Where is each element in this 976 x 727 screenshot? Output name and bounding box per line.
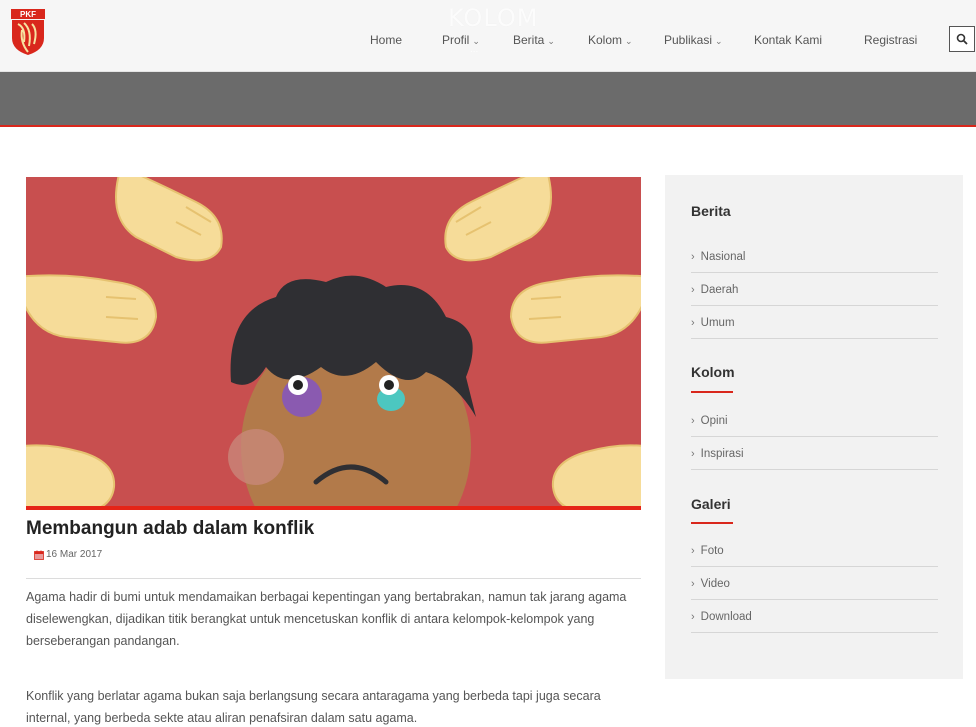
nav-profil-label: Profil (442, 33, 470, 47)
article-paragraph: Konflik yang berlatar agama bukan saja b… (26, 689, 601, 725)
chevron-right-icon: › (691, 447, 695, 460)
chevron-down-icon: ⌄ (625, 36, 633, 46)
nav-berita[interactable]: Berita ⌄ (513, 33, 555, 47)
sidebar-item-label: Umum (700, 316, 735, 329)
sidebar-item-label: Video (700, 577, 730, 590)
article-paragraph: Agama hadir di bumi untuk mendamaikan be… (26, 590, 627, 648)
nav-home[interactable]: Home (370, 33, 402, 47)
sidebar-item-label: Opini (700, 414, 728, 427)
banner-accent-line (0, 125, 976, 127)
article-title[interactable]: Membangun adab dalam konflik (26, 518, 314, 540)
sidebar-heading-accent (691, 522, 733, 524)
chevron-right-icon: › (691, 544, 695, 557)
page-header-banner (0, 72, 976, 126)
conflict-illustration (26, 177, 641, 507)
nav-kolom-label: Kolom (588, 33, 623, 47)
chevron-right-icon: › (691, 414, 695, 427)
sidebar-item-opini[interactable]: › Opini (691, 405, 938, 437)
nav-publikasi-label: Publikasi (664, 33, 713, 47)
sidebar: Berita › Nasional › Daerah › Umum Kolom › Op… (665, 175, 963, 679)
top-navigation-bar: PKF KOLOM ... Home Profil ⌄ Berita ⌄ Kolom… (0, 0, 976, 72)
sidebar-item-label: Download (700, 610, 752, 623)
sidebar-heading-berita: Berita (691, 203, 731, 219)
sidebar-item-label: Nasional (700, 250, 746, 263)
sidebar-item-umum[interactable]: › Umum (691, 307, 938, 339)
chevron-right-icon: › (691, 250, 695, 263)
nav-profil[interactable]: Profil ⌄ (442, 33, 480, 47)
nav-publikasi[interactable]: Publikasi ⌄ (664, 33, 723, 47)
article-divider (26, 578, 641, 579)
sidebar-item-inspirasi[interactable]: › Inspirasi (691, 438, 938, 470)
chevron-right-icon: › (691, 316, 695, 329)
nav-kontak-label: Kontak Kami (754, 33, 823, 47)
sidebar-heading-accent (691, 391, 733, 393)
sidebar-item-download[interactable]: › Download (691, 601, 938, 633)
nav-berita-label: Berita (513, 33, 545, 47)
search-icon (956, 33, 968, 45)
nav-home-label: Home (370, 33, 403, 47)
sidebar-item-label: Daerah (700, 283, 739, 296)
chevron-right-icon: › (691, 610, 695, 623)
search-button[interactable] (949, 26, 975, 52)
nav-registrasi-label: Registrasi (864, 33, 918, 47)
nav-registrasi[interactable]: Registrasi (864, 33, 917, 47)
sidebar-item-daerah[interactable]: › Daerah (691, 274, 938, 306)
chevron-right-icon: › (691, 577, 695, 590)
sidebar-heading-kolom: Kolom (691, 364, 735, 380)
sidebar-item-video[interactable]: › Video (691, 568, 938, 600)
chevron-right-icon: › (691, 283, 695, 296)
sidebar-item-label: Foto (700, 544, 724, 557)
nav-kolom[interactable]: Kolom ⌄ (588, 33, 633, 47)
sidebar-item-label: Inspirasi (700, 447, 744, 460)
sidebar-item-foto[interactable]: › Foto (691, 535, 938, 567)
site-logo[interactable]: PKF (10, 8, 46, 56)
chevron-down-icon: ⌄ (472, 36, 480, 46)
banner-ghost-title: KOLOM (448, 4, 539, 32)
calendar-icon (34, 550, 44, 560)
article-date-text: 16 Mar 2017 (46, 549, 103, 560)
article-hero-image[interactable] (26, 177, 641, 507)
svg-text:PKF: PKF (20, 10, 36, 19)
sidebar-item-nasional[interactable]: › Nasional (691, 241, 938, 273)
chevron-down-icon: ⌄ (547, 36, 555, 46)
chevron-down-icon: ⌄ (715, 36, 723, 46)
nav-kontak-kami[interactable]: Kontak Kami (754, 33, 822, 47)
sidebar-heading-galeri: Galeri (691, 496, 731, 512)
article-date: 16 Mar 2017 (34, 549, 102, 560)
hero-accent-line (26, 506, 641, 510)
